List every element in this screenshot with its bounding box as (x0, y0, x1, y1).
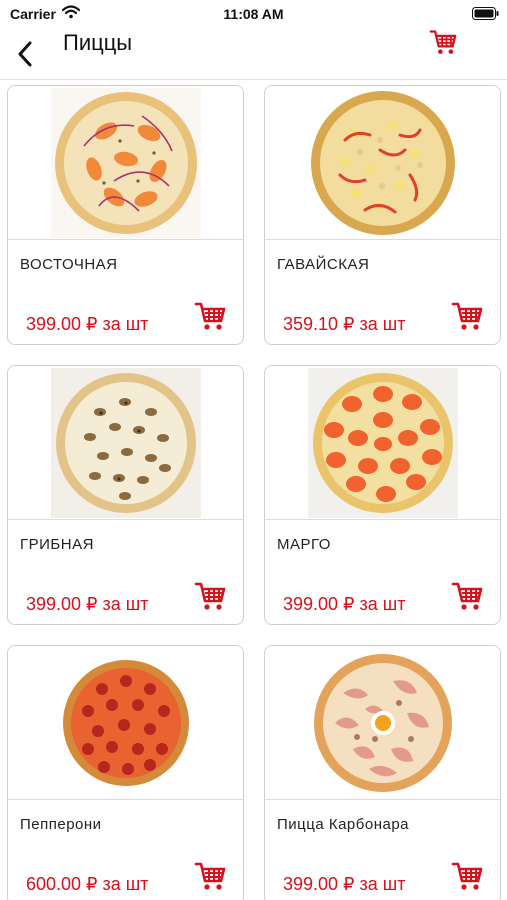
product-image (8, 86, 243, 240)
product-image (265, 646, 500, 800)
product-price: 399.00 ₽ за шт (26, 314, 149, 334)
product-name: Пицца Карбонара (277, 816, 410, 833)
cart-icon (426, 28, 460, 56)
product-name: МАРГО (277, 536, 331, 553)
product-name: ГРИБНАЯ (20, 536, 94, 553)
page-title: Пиццы (63, 30, 133, 55)
product-price: 399.00 ₽ за шт (283, 874, 406, 894)
pizza-vostochnaya-image (54, 91, 197, 234)
cart-icon (451, 860, 483, 892)
product-image (8, 366, 243, 520)
chevron-left-icon (18, 41, 32, 67)
product-name: ВОСТОЧНАЯ (20, 256, 118, 273)
product-name: Пепперони (20, 816, 102, 833)
cart-icon (194, 860, 226, 892)
add-to-cart-button[interactable] (451, 300, 483, 332)
product-card[interactable]: ВОСТОЧНАЯ 399.00 ₽ за шт (7, 85, 244, 345)
product-card[interactable]: Пепперони 600.00 ₽ за шт (7, 645, 244, 900)
add-to-cart-button[interactable] (194, 300, 226, 332)
cart-icon (451, 300, 483, 332)
product-card[interactable]: ГРИБНАЯ 399.00 ₽ за шт (7, 365, 244, 625)
product-image (8, 646, 243, 800)
add-to-cart-button[interactable] (194, 860, 226, 892)
pizza-pepperoni-image (62, 659, 189, 786)
pizza-gribnaya-image (55, 372, 196, 513)
product-price: 399.00 ₽ за шт (26, 594, 149, 614)
product-image (265, 86, 500, 240)
product-price: 399.00 ₽ за шт (283, 594, 406, 614)
cart-button[interactable] (426, 28, 460, 56)
product-grid: ВОСТОЧНАЯ 399.00 ₽ за шт ГАВАЙСКАЯ 359.1… (7, 85, 501, 900)
nav-bar: Пиццы (0, 28, 507, 80)
add-to-cart-button[interactable] (451, 860, 483, 892)
status-bar: Carrier 11:08 AM (0, 0, 507, 28)
product-price: 600.00 ₽ за шт (26, 874, 149, 894)
pizza-margo-image (312, 372, 453, 513)
pizza-karbonara-image (313, 653, 452, 792)
add-to-cart-button[interactable] (194, 580, 226, 612)
back-button[interactable] (10, 38, 40, 70)
clock: 11:08 AM (223, 6, 284, 22)
add-to-cart-button[interactable] (451, 580, 483, 612)
cart-icon (451, 580, 483, 612)
product-card[interactable]: Пицца Карбонара 399.00 ₽ за шт (264, 645, 501, 900)
battery-icon (472, 7, 499, 25)
cart-icon (194, 580, 226, 612)
product-price: 359.10 ₽ за шт (283, 314, 406, 334)
cart-icon (194, 300, 226, 332)
product-card[interactable]: МАРГО 399.00 ₽ за шт (264, 365, 501, 625)
pizza-gavayskaya-image (310, 90, 455, 235)
product-card[interactable]: ГАВАЙСКАЯ 359.10 ₽ за шт (264, 85, 501, 345)
product-name: ГАВАЙСКАЯ (277, 256, 370, 273)
product-image (265, 366, 500, 520)
